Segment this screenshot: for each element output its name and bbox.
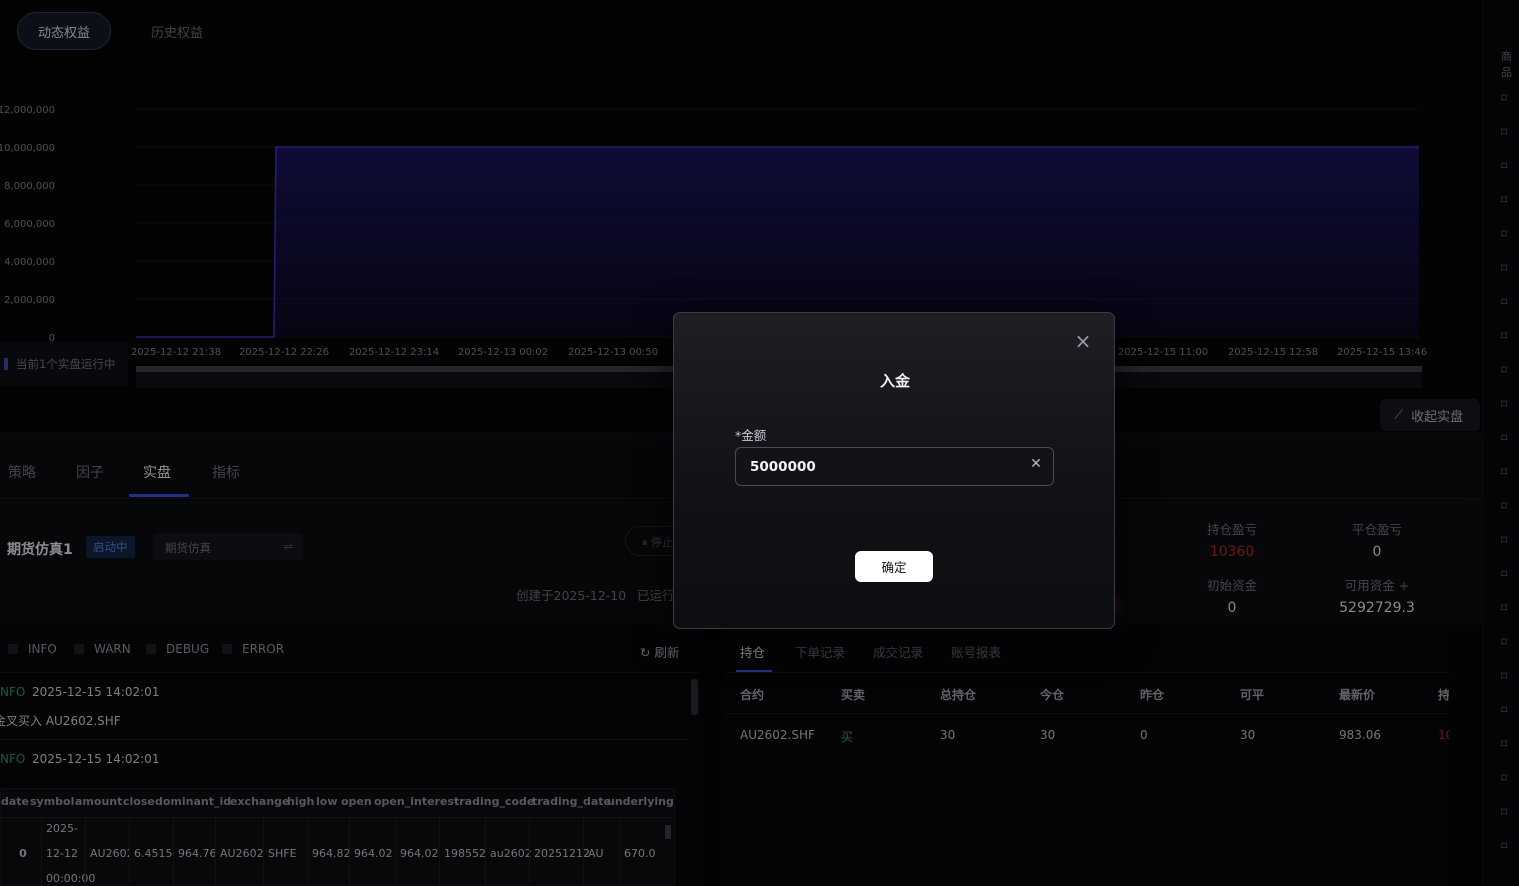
- app-root: 动态权益 历史权益 12,000,000 10,000,000 8,000,000 6…: [0, 0, 1519, 886]
- dialog-title: 入金: [879, 372, 910, 390]
- amount-label-text: 金额: [741, 428, 767, 443]
- deposit-dialog: × 入金 *金额 ✕ 确定: [673, 312, 1115, 629]
- clear-icon[interactable]: ✕: [1028, 456, 1044, 476]
- amount-input[interactable]: [735, 447, 1054, 486]
- confirm-button[interactable]: 确定: [855, 551, 933, 582]
- close-icon[interactable]: ×: [1074, 331, 1092, 351]
- amount-label: *金额: [735, 425, 766, 444]
